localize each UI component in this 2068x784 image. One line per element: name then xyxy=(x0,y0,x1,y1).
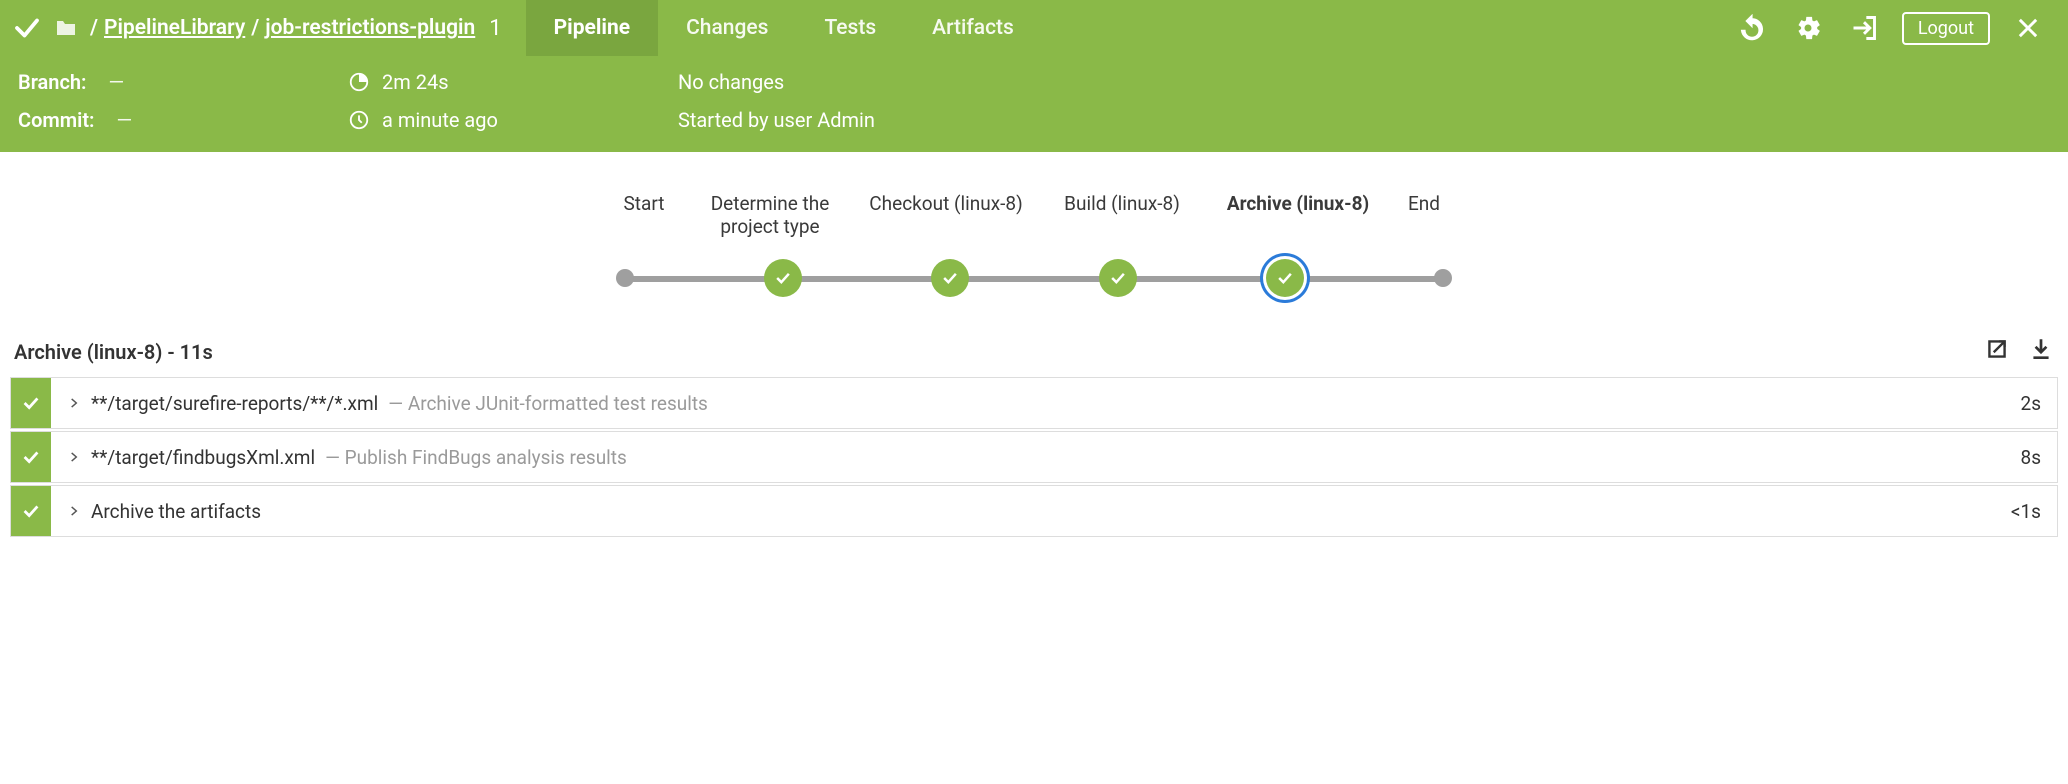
graph-label-determine: Determine the project type xyxy=(690,192,850,238)
step-duration: 2s xyxy=(2021,392,2057,415)
status-success-icon xyxy=(12,13,42,43)
stage-header: Archive (linux-8) - 11s xyxy=(0,328,2068,377)
breadcrumb: / PipelineLibrary / job-restrictions-plu… xyxy=(84,16,475,40)
graph-label-build: Build (linux-8) xyxy=(1042,192,1202,238)
run-number: 1 xyxy=(489,16,501,41)
run-header: / PipelineLibrary / job-restrictions-plu… xyxy=(0,0,2068,56)
download-log-icon[interactable] xyxy=(2028,336,2054,367)
graph-label-start: Start xyxy=(614,192,674,238)
steps-list: **/target/surefire-reports/**/*.xml Arch… xyxy=(0,377,2068,553)
changes-field: No changes xyxy=(678,70,2050,94)
graph-node-end[interactable] xyxy=(1434,269,1452,287)
tab-changes[interactable]: Changes xyxy=(658,0,796,56)
tab-artifacts[interactable]: Artifacts xyxy=(904,0,1042,56)
step-status-success-icon xyxy=(11,378,51,428)
step-status-success-icon xyxy=(11,486,51,536)
step-duration: <1s xyxy=(2011,500,2057,523)
stage-title: Archive (linux-8) - 11s xyxy=(14,340,213,364)
chevron-right-icon xyxy=(67,504,81,518)
exit-icon[interactable] xyxy=(1850,14,1878,42)
commit-field: Commit: — xyxy=(18,108,348,132)
tab-tests[interactable]: Tests xyxy=(796,0,904,56)
step-status-success-icon xyxy=(11,432,51,482)
step-duration: 8s xyxy=(2021,446,2057,469)
step-title: **/target/findbugsXml.xml xyxy=(91,446,315,469)
when-field: a minute ago xyxy=(348,108,678,132)
clock-icon xyxy=(348,109,370,131)
step-desc: Archive JUnit-formatted test results xyxy=(388,392,708,415)
pipeline-graph: Start Determine the project type Checkou… xyxy=(0,152,2068,328)
step-desc: Publish FindBugs analysis results xyxy=(325,446,627,469)
folder-icon xyxy=(54,16,78,40)
settings-icon[interactable] xyxy=(1794,14,1822,42)
breadcrumb-link-job[interactable]: job-restrictions-plugin xyxy=(265,16,475,40)
step-row[interactable]: **/target/surefire-reports/**/*.xml Arch… xyxy=(10,377,2058,429)
graph-label-archive: Archive (linux-8) xyxy=(1218,192,1378,238)
cause-field: Started by user Admin xyxy=(678,108,2050,132)
open-in-new-icon[interactable] xyxy=(1984,336,2010,367)
logout-button[interactable]: Logout xyxy=(1902,12,1990,45)
graph-node-archive[interactable] xyxy=(1266,259,1304,297)
chevron-right-icon xyxy=(67,450,81,464)
graph-label-end: End xyxy=(1394,192,1454,238)
graph-label-checkout: Checkout (linux-8) xyxy=(866,192,1026,238)
duration-field: 2m 24s xyxy=(348,70,678,94)
graph-node-start[interactable] xyxy=(616,269,634,287)
branch-field: Branch: — xyxy=(18,70,348,94)
step-title: **/target/surefire-reports/**/*.xml xyxy=(91,392,378,415)
step-title: Archive the artifacts xyxy=(91,500,261,523)
graph-node-build[interactable] xyxy=(1099,259,1137,297)
step-row[interactable]: **/target/findbugsXml.xml Publish FindBu… xyxy=(10,431,2058,483)
chevron-right-icon xyxy=(67,396,81,410)
tabs: Pipeline Changes Tests Artifacts xyxy=(526,0,1042,56)
graph-node-determine[interactable] xyxy=(764,259,802,297)
tab-pipeline[interactable]: Pipeline xyxy=(526,0,658,56)
rerun-icon[interactable] xyxy=(1738,14,1766,42)
close-icon[interactable] xyxy=(2014,14,2042,42)
duration-icon xyxy=(348,71,370,93)
graph-node-checkout[interactable] xyxy=(931,259,969,297)
breadcrumb-link-folder[interactable]: PipelineLibrary xyxy=(104,16,245,40)
step-row[interactable]: Archive the artifacts <1s xyxy=(10,485,2058,537)
run-subheader: Branch: — 2m 24s No changes Commit: — a … xyxy=(0,56,2068,152)
